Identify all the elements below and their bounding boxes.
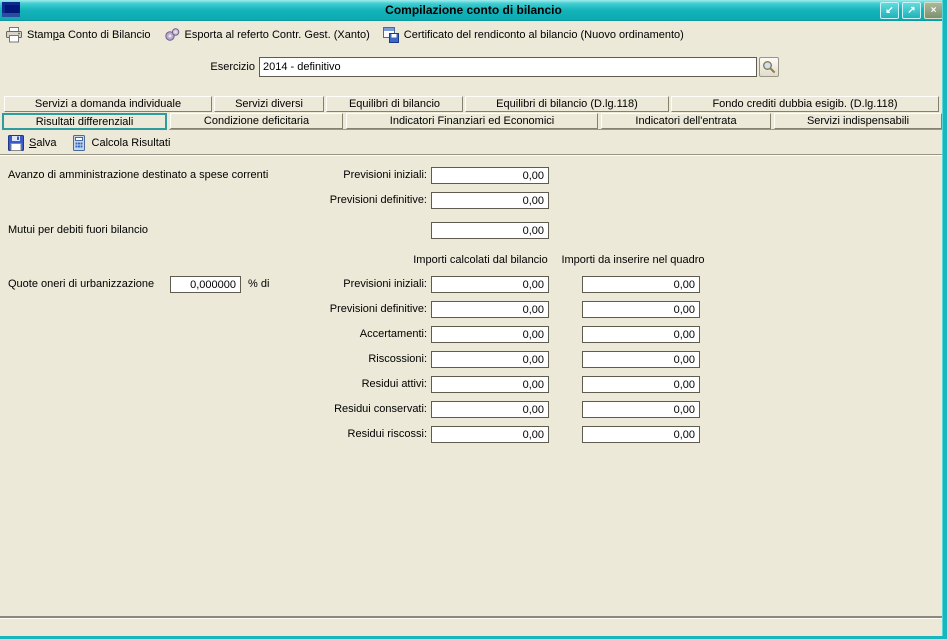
salva-button[interactable]: Salva <box>8 135 57 151</box>
tab-indicatori-dell-entrata[interactable]: Indicatori dell'entrata <box>601 113 771 129</box>
field-residui-riscossi-calcolato[interactable] <box>431 426 549 443</box>
titlebar: Compilazione conto di bilancio ↙↗× <box>0 0 947 21</box>
main-toolbar: Stampa Conto di Bilancio Esporta al refe… <box>0 21 947 48</box>
window-frame-right <box>942 0 947 639</box>
bottom-divider <box>0 616 947 619</box>
mutui-label: Mutui per debiti fuori bilancio <box>8 224 148 236</box>
certificato-button[interactable]: Certificato del rendiconto al bilancio (… <box>383 27 684 43</box>
esercizio-label: Esercizio <box>150 61 255 73</box>
window-title: Compilazione conto di bilancio <box>0 3 947 17</box>
field-riscossioni-quadro[interactable] <box>582 351 700 368</box>
toolbar-separator <box>0 154 947 156</box>
calcola-button[interactable]: Calcola Risultati <box>71 135 171 151</box>
tab-equilibri-di-bilancio[interactable]: Equilibri di bilancio <box>326 96 463 112</box>
tab-strip-row1: Servizi a domanda individualeServizi div… <box>4 96 939 112</box>
tab-fondo-crediti-dubbia-esigib-d-lg-118[interactable]: Fondo crediti dubbia esigib. (D.lg.118) <box>671 96 939 112</box>
grid-accertamenti-label: Accertamenti: <box>280 328 427 340</box>
avanzo-previsioni-iniziali-field[interactable] <box>431 167 549 184</box>
tab-servizi-diversi[interactable]: Servizi diversi <box>214 96 324 112</box>
field-residui-attivi-quadro[interactable] <box>582 376 700 393</box>
tab-strip-row2: Risultati differenzialiCondizione defici… <box>2 113 942 130</box>
certificate-icon <box>383 27 399 43</box>
save-icon <box>8 135 24 151</box>
tab-condizione-deficitaria[interactable]: Condizione deficitaria <box>170 113 343 129</box>
window-controls: ↙↗× <box>880 2 943 19</box>
field-riscossioni-calcolato[interactable] <box>431 351 549 368</box>
grid-residui-attivi-label: Residui attivi: <box>280 378 427 390</box>
grid-residui-riscossi-label: Residui riscossi: <box>280 428 427 440</box>
tab-servizi-a-domanda-individuale[interactable]: Servizi a domanda individuale <box>4 96 212 112</box>
panel-toolbar: Salva Calcola Risultati <box>0 132 947 154</box>
minimize-button[interactable]: ↙ <box>880 2 899 19</box>
salva-label: Salva <box>29 137 57 149</box>
avanzo-previsioni-definitive-label: Previsioni definitive: <box>280 194 427 206</box>
statusbar <box>0 620 947 636</box>
tab-servizi-indispensabili[interactable]: Servizi indispensabili <box>774 113 942 129</box>
avanzo-previsioni-iniziali-label: Previsioni iniziali: <box>280 169 427 181</box>
field-previsioni-iniziali-quadro[interactable] <box>582 276 700 293</box>
esporta-button[interactable]: Esporta al referto Contr. Gest. (Xanto) <box>164 27 370 43</box>
field-previsioni-iniziali-calcolato[interactable] <box>431 276 549 293</box>
col-header-quadro: Importi da inserire nel quadro <box>557 254 709 266</box>
calculator-icon <box>71 135 87 151</box>
field-accertamenti-calcolato[interactable] <box>431 326 549 343</box>
esporta-label: Esporta al referto Contr. Gest. (Xanto) <box>185 29 370 41</box>
field-previsioni-definitive-calcolato[interactable] <box>431 301 549 318</box>
col-header-calcolato: Importi calcolati dal bilancio <box>408 254 553 266</box>
quote-label: Quote oneri di urbanizzazione <box>8 278 154 290</box>
grid-residui-conservati-label: Residui conservati: <box>280 403 427 415</box>
search-button[interactable] <box>759 57 779 77</box>
gears-icon <box>164 27 180 43</box>
quote-field[interactable] <box>170 276 241 293</box>
avanzo-label: Avanzo di amministrazione destinato a sp… <box>8 169 268 181</box>
tab-indicatori-finanziari-ed-economici[interactable]: Indicatori Finanziari ed Economici <box>346 113 598 129</box>
stampa-label: Stampa Conto di Bilancio <box>27 29 151 41</box>
app-window: Compilazione conto di bilancio ↙↗× Stamp… <box>0 0 947 639</box>
field-accertamenti-quadro[interactable] <box>582 326 700 343</box>
quote-suffix: % di <box>248 278 269 290</box>
grid-riscossioni-label: Riscossioni: <box>280 353 427 365</box>
grid-previsioni-iniziali-label: Previsioni iniziali: <box>280 278 427 290</box>
tab-equilibri-di-bilancio-d-lg-118[interactable]: Equilibri di bilancio (D.lg.118) <box>465 96 669 112</box>
avanzo-previsioni-definitive-field[interactable] <box>431 192 549 209</box>
grid-previsioni-definitive-label: Previsioni definitive: <box>280 303 427 315</box>
mutui-field[interactable] <box>431 222 549 239</box>
printer-icon <box>6 27 22 43</box>
field-residui-riscossi-quadro[interactable] <box>582 426 700 443</box>
calcola-label: Calcola Risultati <box>92 137 171 149</box>
field-residui-attivi-calcolato[interactable] <box>431 376 549 393</box>
field-residui-conservati-calcolato[interactable] <box>431 401 549 418</box>
stampa-button[interactable]: Stampa Conto di Bilancio <box>6 27 151 43</box>
maximize-button[interactable]: ↗ <box>902 2 921 19</box>
panel-border <box>169 129 947 130</box>
certificato-label: Certificato del rendiconto al bilancio (… <box>404 29 684 41</box>
close-button[interactable]: × <box>924 2 943 19</box>
field-residui-conservati-quadro[interactable] <box>582 401 700 418</box>
esercizio-input[interactable] <box>259 57 757 77</box>
tab-risultati-differenziali[interactable]: Risultati differenziali <box>2 113 167 130</box>
field-previsioni-definitive-quadro[interactable] <box>582 301 700 318</box>
magnifier-icon <box>762 60 776 74</box>
